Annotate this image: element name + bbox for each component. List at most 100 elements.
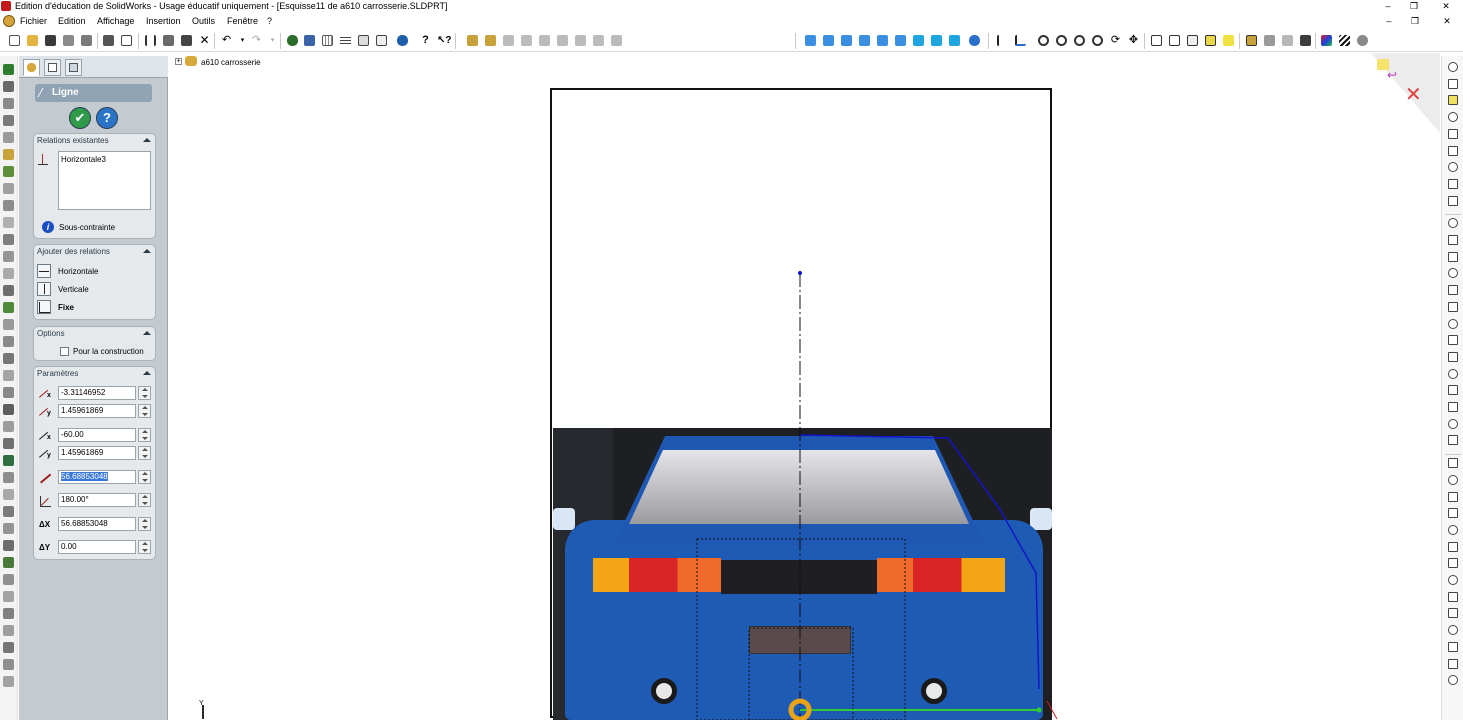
projected-curve-icon[interactable] [3,608,14,619]
normal-to-icon[interactable] [968,34,981,47]
view-trimetric-icon[interactable] [930,34,943,47]
delta-x-spinner[interactable] [138,517,151,531]
jog-line-icon[interactable] [1448,641,1458,652]
extend-entities-icon[interactable] [1448,524,1458,535]
start-y-spinner[interactable] [138,404,151,418]
properties-icon[interactable] [80,34,93,47]
feature-chamfer-icon[interactable] [574,34,587,47]
revolved-cut-icon[interactable] [3,166,14,177]
linear-sketch-pattern-icon[interactable] [1448,658,1458,669]
restore-button[interactable]: ❐ [1401,0,1427,13]
grid-snap-icon[interactable] [1448,78,1458,89]
split-line-icon[interactable] [3,591,14,602]
parabola-icon[interactable] [1448,335,1458,346]
offset-entities-icon[interactable] [1448,474,1458,485]
sketch-pattern-icon[interactable] [3,438,14,449]
copy-icon[interactable] [162,34,175,47]
centerline-dashed-icon[interactable] [1448,435,1458,446]
whats-this-icon[interactable]: ↖? [436,34,452,47]
start-x-spinner[interactable] [138,386,151,400]
group-header[interactable]: Relations existantes [34,134,155,147]
save-all-icon[interactable] [62,34,75,47]
view-back-icon[interactable] [822,34,835,47]
feature-extrude-icon[interactable] [466,34,479,47]
rib-icon[interactable] [3,268,14,279]
feature-loft-icon[interactable] [520,34,533,47]
wireframe-icon[interactable] [1150,34,1163,47]
redo-icon[interactable]: ↷ [250,34,263,47]
perspective-icon[interactable] [1281,34,1294,47]
split-entities-icon[interactable] [1448,625,1458,636]
minimize-button[interactable]: ‒ [1375,0,1401,13]
feature-revolve-icon[interactable] [484,34,497,47]
circle-tool-icon[interactable] [1448,285,1458,296]
zoom-fit-icon[interactable] [1037,34,1050,47]
feature-cut-icon[interactable] [538,34,551,47]
pan-icon[interactable]: ✥ [1127,34,1140,47]
angle-input[interactable]: 180.00° [58,493,136,507]
mirror-entities-icon[interactable] [1448,575,1458,585]
shadows-icon[interactable] [1263,34,1276,47]
rotate-view-icon[interactable]: ⟳ [1109,34,1122,47]
sketch-profile-line[interactable] [799,434,1040,690]
angle-spinner[interactable] [138,493,151,507]
menu-outils[interactable]: Outils [192,14,215,28]
undo-icon[interactable]: ↶ [220,34,233,47]
group-header[interactable]: Ajouter des relations [34,245,155,258]
view-front-icon[interactable] [804,34,817,47]
doc-minimize-button[interactable]: ‒ [1379,14,1399,28]
menu-fichier[interactable]: Fichier [20,14,47,28]
dome-icon[interactable] [3,336,14,347]
feature-shell-icon[interactable] [592,34,605,47]
feature-draft-icon[interactable] [610,34,623,47]
draft-icon[interactable] [3,285,14,296]
coordinate-system-icon[interactable] [3,540,14,551]
boundary-cut-icon[interactable] [3,217,14,228]
text-tool-icon[interactable] [1448,458,1458,469]
tab-feature-manager[interactable] [23,59,40,76]
construction-rectangle[interactable] [748,627,854,720]
polygon-tool-icon[interactable] [1448,368,1458,379]
composite-curve-icon[interactable] [3,642,14,653]
doc-restore-button[interactable]: ❐ [1405,14,1425,28]
spline-tool-icon[interactable] [1448,351,1458,362]
linear-pattern-icon[interactable] [3,370,14,381]
zoom-selection-icon[interactable] [1091,34,1104,47]
delta-y-spinner[interactable] [138,540,151,554]
hidden-lines-removed-icon[interactable] [1186,34,1199,47]
boundary-boss-icon[interactable] [3,132,14,143]
layout-icon[interactable] [375,34,388,47]
view-dimetric-icon[interactable] [948,34,961,47]
rectangle-tool-icon[interactable] [1448,385,1458,396]
revolved-boss-icon[interactable] [3,81,14,92]
end-y-spinner[interactable] [138,446,151,460]
select-filter-icon[interactable] [1014,34,1027,47]
cancel-sketch-icon[interactable]: ✕ [1405,82,1422,106]
zoom-in-out-icon[interactable] [1073,34,1086,47]
chamfer-sketch-icon[interactable] [1448,558,1458,569]
redo-dropdown-icon[interactable]: ▾ [266,34,279,47]
selected-line-endpoint[interactable] [1036,707,1042,713]
start-y-input[interactable]: 1.45961869 [58,404,136,418]
shell-icon[interactable] [3,302,14,313]
instant3d-icon[interactable] [3,659,14,670]
dimension-icon[interactable] [1448,195,1458,206]
lofted-boss-icon[interactable] [3,115,14,126]
realview-icon[interactable] [1299,34,1312,47]
section-view-icon[interactable] [1245,34,1258,47]
undo-dropdown-icon[interactable]: ▾ [236,34,249,47]
curve-pattern-icon[interactable] [3,421,14,432]
select-tool-icon[interactable] [1448,62,1458,72]
tab-property-manager[interactable] [44,59,61,76]
menu-affichage[interactable]: Affichage [97,14,134,28]
collapse-caret-icon[interactable] [143,331,151,335]
circular-sketch-pattern-icon[interactable] [1448,675,1458,686]
add-relation-horizontal[interactable]: Horizontale [37,263,153,279]
view-top-icon[interactable] [876,34,889,47]
reference-axis-icon[interactable] [3,523,14,534]
delete-icon[interactable]: ✕ [198,34,211,47]
lofted-cut-icon[interactable] [3,200,14,211]
collapse-caret-icon[interactable] [143,138,151,142]
trim-entities-icon[interactable] [1448,508,1458,519]
zoom-area-icon[interactable] [1055,34,1068,47]
